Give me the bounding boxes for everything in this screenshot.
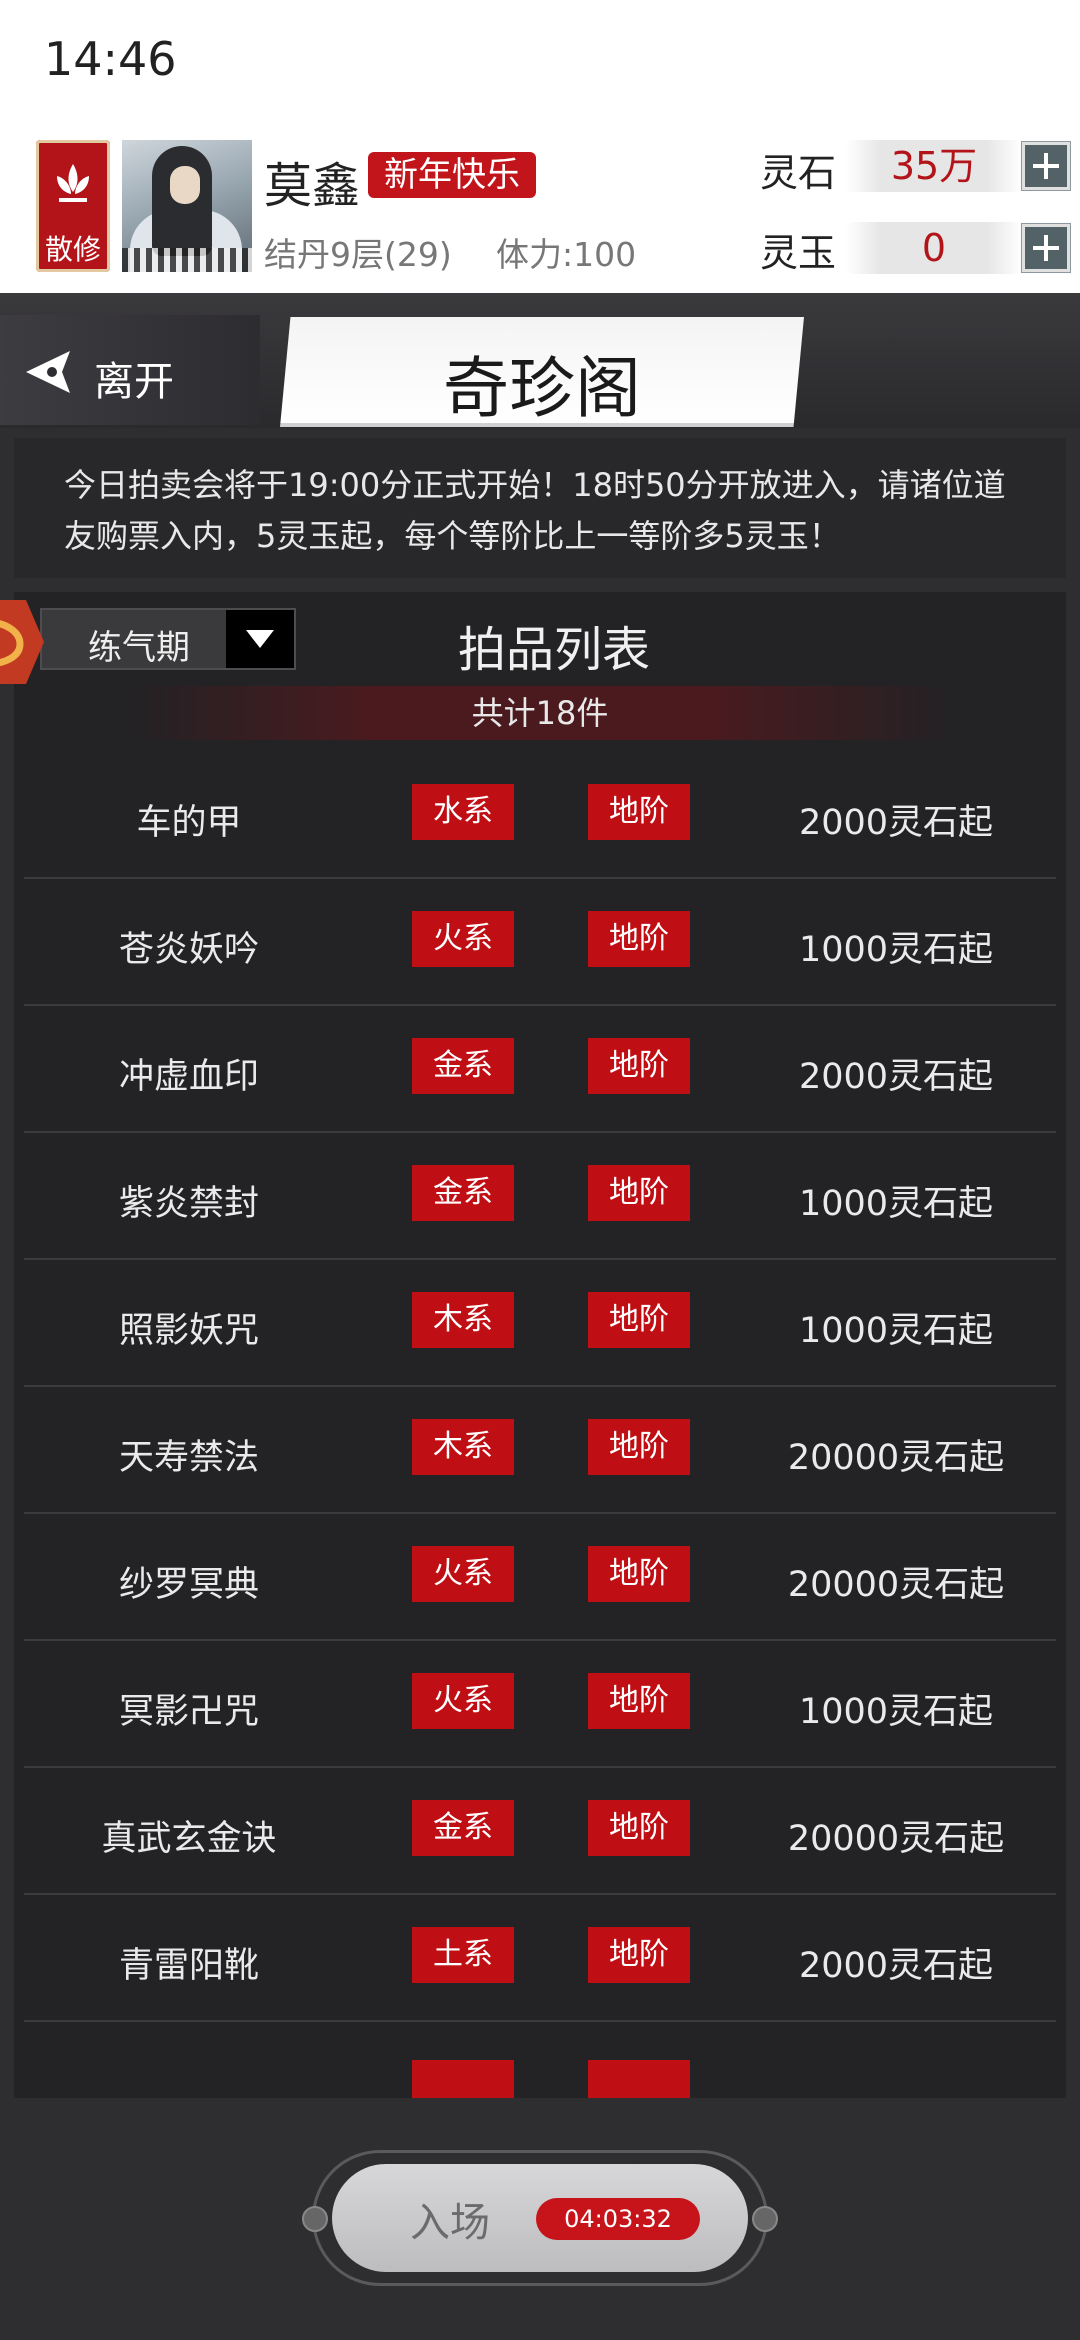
add-spirit-stone-button[interactable] xyxy=(1022,142,1070,190)
page-title: 奇珍阁 xyxy=(443,350,641,427)
lotus-icon xyxy=(57,164,89,202)
spirit-jade-label: 灵玉 xyxy=(760,231,837,275)
grade-tag xyxy=(588,2060,690,2098)
starting-price: 20000灵石起 xyxy=(787,1565,1005,1605)
list-item[interactable]: 青雷阳靴 土系 地阶 2000灵石起 xyxy=(24,1895,1056,2022)
player-name: 莫鑫 xyxy=(264,158,361,214)
spirit-jade-value: 0 xyxy=(846,222,1022,274)
page-title-plate: 奇珍阁 xyxy=(280,317,804,427)
player-header: 14:46 散修 莫鑫 新年快乐 结丹9层(29) 体力:100 灵石 35万 … xyxy=(0,0,1080,293)
cultivation-realm: 结丹9层(29) xyxy=(264,235,452,274)
avatar[interactable] xyxy=(122,140,252,272)
spirit-stone-value: 35万 xyxy=(846,140,1022,192)
list-item[interactable]: 冥影卍咒 火系 地阶 1000灵石起 xyxy=(24,1641,1056,1768)
element-tag: 金系 xyxy=(412,1165,514,1221)
list-item[interactable]: 真武玄金诀 金系 地阶 20000灵石起 xyxy=(24,1768,1056,1895)
auction-notice: 今日拍卖会将于19:00分正式开始！18时50分开放进入，请诸位道友购票入内，5… xyxy=(14,438,1066,578)
grade-tag: 地阶 xyxy=(588,784,690,840)
starting-price: 1000灵石起 xyxy=(798,1311,994,1351)
element-tag: 火系 xyxy=(412,1673,514,1729)
list-item[interactable]: 车的甲 水系 地阶 2000灵石起 xyxy=(24,752,1056,879)
grade-tag: 地阶 xyxy=(588,1927,690,1983)
element-tag: 木系 xyxy=(412,1292,514,1348)
element-tag xyxy=(412,2060,514,2098)
stamina: 体力:100 xyxy=(496,235,637,274)
element-tag: 金系 xyxy=(412,1038,514,1094)
realm-emblem-icon xyxy=(0,600,44,684)
frame-knob-right xyxy=(752,2206,778,2232)
element-tag: 水系 xyxy=(412,784,514,840)
enter-button[interactable]: 入场 04:03:32 xyxy=(332,2164,748,2272)
list-title: 拍品列表 xyxy=(457,622,650,678)
sect-label: 散修 xyxy=(44,233,101,266)
leave-label: 离开 xyxy=(94,359,174,405)
grade-tag: 地阶 xyxy=(588,911,690,967)
list-item[interactable]: 照影妖咒 木系 地阶 1000灵石起 xyxy=(24,1260,1056,1387)
title-bar: 离开 奇珍阁 xyxy=(0,293,1080,428)
auction-panel: 练气期 拍品列表 共计18件 车的甲 水系 地阶 2000灵石起 苍炎妖吟 火系… xyxy=(14,592,1066,2098)
realm-select-value: 练气期 xyxy=(88,628,190,668)
grade-tag: 地阶 xyxy=(588,1292,690,1348)
element-tag: 火系 xyxy=(412,1546,514,1602)
grade-tag: 地阶 xyxy=(588,1038,690,1094)
grade-tag: 地阶 xyxy=(588,1419,690,1475)
enter-label: 入场 xyxy=(410,2200,490,2246)
list-item[interactable]: 纱罗冥典 火系 地阶 20000灵石起 xyxy=(24,1514,1056,1641)
item-name: 紫炎禁封 xyxy=(118,1184,259,1224)
title-badge: 新年快乐 xyxy=(368,152,536,198)
item-name: 天寿禁法 xyxy=(118,1438,259,1478)
starting-price: 20000灵石起 xyxy=(787,1438,1005,1478)
list-item[interactable]: 紫炎禁封 金系 地阶 1000灵石起 xyxy=(24,1133,1056,1260)
item-name: 车的甲 xyxy=(136,803,242,843)
spirit-stone-label: 灵石 xyxy=(760,151,837,195)
list-item[interactable]: 苍炎妖吟 火系 地阶 1000灵石起 xyxy=(24,879,1056,1006)
item-name: 冲虚血印 xyxy=(118,1057,259,1097)
item-name: 真武玄金诀 xyxy=(101,1819,277,1859)
element-tag: 金系 xyxy=(412,1800,514,1856)
list-item[interactable]: 冲虚血印 金系 地阶 2000灵石起 xyxy=(24,1006,1056,1133)
status-time: 14:46 xyxy=(44,32,177,86)
item-list[interactable]: 车的甲 水系 地阶 2000灵石起 苍炎妖吟 火系 地阶 1000灵石起 冲虚血… xyxy=(24,752,1056,2098)
item-name: 纱罗冥典 xyxy=(118,1565,259,1605)
add-spirit-jade-button[interactable] xyxy=(1022,224,1070,272)
back-arrow-icon xyxy=(26,351,70,393)
list-item[interactable]: 天寿禁法 木系 地阶 20000灵石起 xyxy=(24,1387,1056,1514)
chevron-down-icon[interactable] xyxy=(226,610,294,668)
item-name: 苍炎妖吟 xyxy=(118,930,259,970)
element-tag: 土系 xyxy=(412,1927,514,1983)
element-tag: 木系 xyxy=(412,1419,514,1475)
grade-tag: 地阶 xyxy=(588,1165,690,1221)
item-name: 青雷阳靴 xyxy=(118,1946,259,1986)
grade-tag: 地阶 xyxy=(588,1800,690,1856)
item-name: 冥影卍咒 xyxy=(118,1692,259,1732)
starting-price: 1000灵石起 xyxy=(798,1184,994,1224)
grade-tag: 地阶 xyxy=(588,1546,690,1602)
element-tag: 火系 xyxy=(412,911,514,967)
item-count: 共计18件 xyxy=(130,686,950,740)
leave-button[interactable]: 离开 xyxy=(0,315,260,425)
item-name: 照影妖咒 xyxy=(118,1311,259,1351)
grade-tag: 地阶 xyxy=(588,1673,690,1729)
starting-price: 2000灵石起 xyxy=(798,803,994,843)
starting-price: 1000灵石起 xyxy=(798,1692,994,1732)
starting-price: 20000灵石起 xyxy=(787,1819,1005,1859)
frame-knob-left xyxy=(302,2206,328,2232)
countdown-timer: 04:03:32 xyxy=(536,2198,700,2240)
starting-price: 2000灵石起 xyxy=(798,1057,994,1097)
list-item[interactable] xyxy=(24,2022,1056,2098)
starting-price: 1000灵石起 xyxy=(798,930,994,970)
sect-badge[interactable]: 散修 xyxy=(36,140,110,272)
realm-select[interactable]: 练气期 xyxy=(40,608,296,670)
starting-price: 2000灵石起 xyxy=(798,1946,994,1986)
